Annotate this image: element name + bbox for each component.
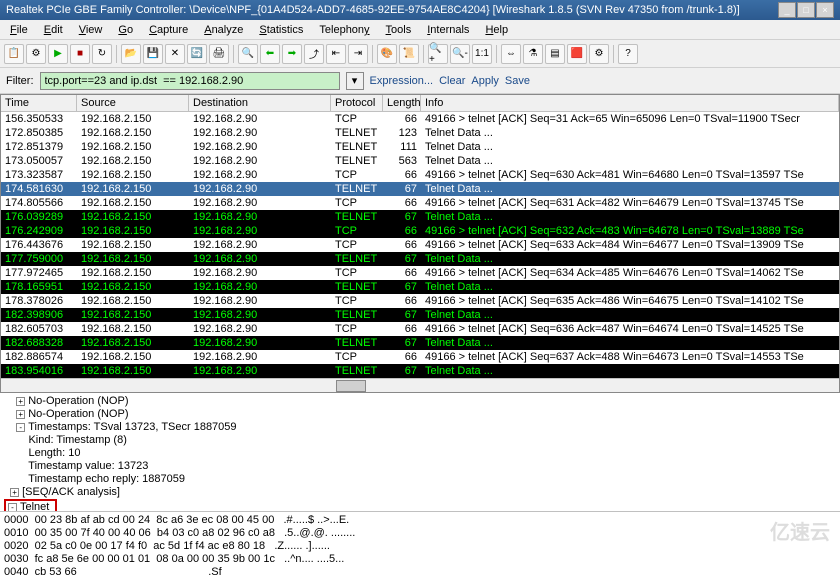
col-time[interactable]: Time <box>1 95 77 111</box>
packet-row[interactable]: 178.378026192.168.2.150192.168.2.90TCP66… <box>1 294 839 308</box>
zoom-reset-icon[interactable]: 1:1 <box>472 44 492 64</box>
reload-icon[interactable]: 🔄 <box>187 44 207 64</box>
open-icon[interactable]: 📂 <box>121 44 141 64</box>
resize-columns-icon[interactable]: ⇔ <box>501 44 521 64</box>
highlighted-telnet-section: -Telnet Data: f <box>4 499 57 511</box>
save-icon[interactable]: 💾 <box>143 44 163 64</box>
window-title: Realtek PCIe GBE Family Controller: \Dev… <box>6 4 740 16</box>
filter-clear-link[interactable]: Clear <box>439 75 465 87</box>
hex-line: 0010 00 35 00 7f 40 00 40 06 b4 03 c0 a8… <box>4 527 836 540</box>
menu-edit[interactable]: Edit <box>38 22 69 37</box>
expand-icon[interactable]: + <box>16 410 25 419</box>
packet-row[interactable]: 183.954016192.168.2.150192.168.2.90TELNE… <box>1 364 839 378</box>
menu-capture[interactable]: Capture <box>143 22 194 37</box>
auto-scroll-icon[interactable]: 📜 <box>399 44 419 64</box>
capture-filter-icon[interactable]: ⚗ <box>523 44 543 64</box>
hex-pane: 0000 00 23 8b af ab cd 00 24 8c a6 3e ec… <box>0 511 840 581</box>
colorize-icon[interactable]: 🎨 <box>377 44 397 64</box>
packet-row[interactable]: 182.688328192.168.2.150192.168.2.90TELNE… <box>1 336 839 350</box>
close-file-icon[interactable]: ✕ <box>165 44 185 64</box>
col-source[interactable]: Source <box>77 95 189 111</box>
print-icon[interactable]: 🖨 <box>209 44 229 64</box>
packet-row[interactable]: 173.323587192.168.2.150192.168.2.90TCP66… <box>1 168 839 182</box>
go-to-packet-icon[interactable]: ⤴ <box>304 44 324 64</box>
packet-row[interactable]: 172.851379192.168.2.150192.168.2.90TELNE… <box>1 140 839 154</box>
menu-view[interactable]: View <box>73 22 109 37</box>
filter-apply-link[interactable]: Apply <box>471 75 499 87</box>
packet-row[interactable]: 176.443676192.168.2.150192.168.2.90TCP66… <box>1 238 839 252</box>
options-icon[interactable]: ⚙ <box>26 44 46 64</box>
packet-row[interactable]: 176.039289192.168.2.150192.168.2.90TELNE… <box>1 210 839 224</box>
filter-save-link[interactable]: Save <box>505 75 530 87</box>
packet-row[interactable]: 182.398906192.168.2.150192.168.2.90TELNE… <box>1 308 839 322</box>
minimize-button[interactable]: _ <box>778 2 796 18</box>
expand-icon[interactable]: + <box>16 397 25 406</box>
menu-statistics[interactable]: Statistics <box>253 22 309 37</box>
go-first-icon[interactable]: ⇤ <box>326 44 346 64</box>
packet-row[interactable]: 178.165951192.168.2.150192.168.2.90TELNE… <box>1 280 839 294</box>
collapse-icon[interactable]: - <box>16 423 25 432</box>
hex-line: 0040 cb 53 66 .Sf <box>4 566 836 579</box>
packet-row[interactable]: 182.886574192.168.2.150192.168.2.90TCP66… <box>1 350 839 364</box>
filter-expression-link[interactable]: Expression... <box>370 75 434 87</box>
titlebar: Realtek PCIe GBE Family Controller: \Dev… <box>0 0 840 20</box>
hex-line: 0020 02 5a c0 0e 00 17 f4 f0 ac 5d 1f f4… <box>4 540 836 553</box>
filter-input[interactable] <box>40 72 340 90</box>
menu-help[interactable]: Help <box>479 22 514 37</box>
filter-dropdown-icon[interactable]: ▾ <box>346 72 364 90</box>
menu-file[interactable]: File <box>4 22 34 37</box>
menu-telephony[interactable]: Telephony <box>313 22 375 37</box>
packet-row[interactable]: 174.581630192.168.2.150192.168.2.90TELNE… <box>1 182 839 196</box>
coloring-rules-icon[interactable]: 🟥 <box>567 44 587 64</box>
menu-go[interactable]: Go <box>112 22 139 37</box>
help-icon[interactable]: ? <box>618 44 638 64</box>
close-button[interactable]: × <box>816 2 834 18</box>
packet-row[interactable]: 156.350533192.168.2.150192.168.2.90TCP66… <box>1 112 839 126</box>
collapse-icon[interactable]: - <box>8 503 17 511</box>
zoom-in-icon[interactable]: 🔍+ <box>428 44 448 64</box>
toolbar: 📋 ⚙ ▶ ■ ↻ 📂 💾 ✕ 🔄 🖨 🔍 ⬅ ➡ ⤴ ⇤ ⇥ 🎨 📜 🔍+ 🔍… <box>0 40 840 68</box>
col-protocol[interactable]: Protocol <box>331 95 383 111</box>
packet-list-body: 156.350533192.168.2.150192.168.2.90TCP66… <box>1 112 839 378</box>
packet-row[interactable]: 176.242909192.168.2.150192.168.2.90TCP66… <box>1 224 839 238</box>
packet-row[interactable]: 173.050057192.168.2.150192.168.2.90TELNE… <box>1 154 839 168</box>
interfaces-icon[interactable]: 📋 <box>4 44 24 64</box>
packet-details: +No-Operation (NOP) +No-Operation (NOP) … <box>0 393 840 511</box>
display-filter-icon[interactable]: ▤ <box>545 44 565 64</box>
menu-tools[interactable]: Tools <box>380 22 418 37</box>
start-capture-icon[interactable]: ▶ <box>48 44 68 64</box>
col-destination[interactable]: Destination <box>189 95 331 111</box>
restart-capture-icon[interactable]: ↻ <box>92 44 112 64</box>
col-info[interactable]: Info <box>421 95 839 111</box>
preferences-icon[interactable]: ⚙ <box>589 44 609 64</box>
packet-row[interactable]: 182.605703192.168.2.150192.168.2.90TCP66… <box>1 322 839 336</box>
go-forward-icon[interactable]: ➡ <box>282 44 302 64</box>
window-controls: _ □ × <box>778 2 834 18</box>
packet-row[interactable]: 177.972465192.168.2.150192.168.2.90TCP66… <box>1 266 839 280</box>
go-last-icon[interactable]: ⇥ <box>348 44 368 64</box>
find-icon[interactable]: 🔍 <box>238 44 258 64</box>
maximize-button[interactable]: □ <box>797 2 815 18</box>
filter-label: Filter: <box>6 75 34 87</box>
menu-analyze[interactable]: Analyze <box>198 22 249 37</box>
stop-capture-icon[interactable]: ■ <box>70 44 90 64</box>
packet-list-header: Time Source Destination Protocol Length … <box>1 95 839 112</box>
horizontal-scrollbar[interactable] <box>1 378 839 392</box>
menu-internals[interactable]: Internals <box>421 22 475 37</box>
packet-list: Time Source Destination Protocol Length … <box>0 94 840 393</box>
go-back-icon[interactable]: ⬅ <box>260 44 280 64</box>
packet-row[interactable]: 177.759000192.168.2.150192.168.2.90TELNE… <box>1 252 839 266</box>
menubar: File Edit View Go Capture Analyze Statis… <box>0 20 840 40</box>
zoom-out-icon[interactable]: 🔍- <box>450 44 470 64</box>
col-length[interactable]: Length <box>383 95 421 111</box>
filter-bar: Filter: ▾ Expression... Clear Apply Save <box>0 68 840 94</box>
packet-row[interactable]: 174.805566192.168.2.150192.168.2.90TCP66… <box>1 196 839 210</box>
expand-icon[interactable]: + <box>10 488 19 497</box>
packet-row[interactable]: 172.850385192.168.2.150192.168.2.90TELNE… <box>1 126 839 140</box>
hex-line: 0000 00 23 8b af ab cd 00 24 8c a6 3e ec… <box>4 514 836 527</box>
